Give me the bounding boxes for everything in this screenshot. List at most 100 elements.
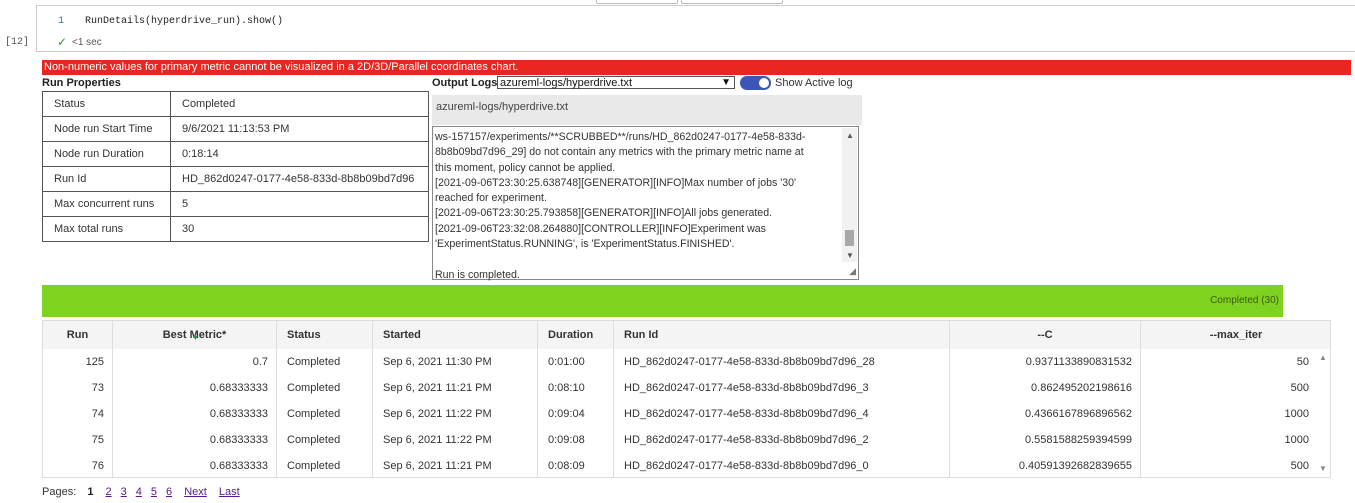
scroll-down-icon[interactable]: ▼ xyxy=(1319,464,1327,473)
table-cell: Completed xyxy=(277,375,373,401)
execution-count: [12] xyxy=(5,37,30,48)
property-key: Max concurrent runs xyxy=(42,191,171,217)
table-cell: 0.4366167896896562 xyxy=(950,401,1141,427)
property-row: Max total runs 30 xyxy=(42,216,429,242)
property-row: Max concurrent runs 5 xyxy=(42,191,429,217)
table-cell: Completed xyxy=(277,401,373,427)
log-line: [2021-09-06T23:30:25.638748][GENERATOR][… xyxy=(435,176,797,189)
page-link[interactable]: 3 xyxy=(121,486,127,498)
column-header[interactable]: Run Id xyxy=(614,321,950,349)
column-header[interactable]: Best Metric* ▼ xyxy=(113,321,277,349)
log-scrollbar[interactable]: ▲ ▼ xyxy=(842,128,857,262)
property-key: Run Id xyxy=(42,166,171,192)
table-row[interactable]: 125 0.7 Completed Sep 6, 2021 11:30 PM 0:01:… xyxy=(43,349,1330,376)
table-cell: 125 xyxy=(43,349,113,375)
page-link[interactable]: 6 xyxy=(166,486,172,498)
toolbar-button-1[interactable] xyxy=(596,0,678,4)
current-page: 1 xyxy=(87,486,94,498)
runs-progress-bar: Completed (30) xyxy=(42,285,1283,317)
line-number: 1 xyxy=(58,16,65,27)
table-cell: 0.862495202198616 xyxy=(950,375,1141,401)
column-header[interactable]: Duration xyxy=(538,321,614,349)
column-header[interactable]: Started xyxy=(373,321,538,349)
run-properties-title: Run Properties xyxy=(42,77,121,89)
code-line[interactable]: RunDetails(hyperdrive_run).show() xyxy=(85,16,283,27)
scroll-down-icon[interactable]: ▼ xyxy=(846,251,854,260)
column-header-label: Duration xyxy=(548,329,594,341)
output-logs-title: Output Logs xyxy=(432,77,498,89)
column-header[interactable]: Run xyxy=(43,321,113,349)
property-row: Node run Start Time 9/6/2021 11:13:53 PM xyxy=(42,116,429,142)
table-cell: 74 xyxy=(43,401,113,427)
table-cell: Sep 6, 2021 11:22 PM xyxy=(373,427,538,453)
table-cell: 0.7 xyxy=(113,349,277,375)
property-row: Node run Duration 0:18:14 xyxy=(42,141,429,167)
table-cell: Completed xyxy=(277,349,373,375)
log-line: this moment, policy cannot be applied. xyxy=(435,161,616,174)
table-cell: 1000 xyxy=(1141,401,1318,427)
property-row: Run Id HD_862d0247-0177-4e58-833d-8b8b09b… xyxy=(42,166,429,192)
column-header-label: Started xyxy=(383,329,421,341)
active-log-toggle[interactable] xyxy=(740,76,771,90)
table-cell: Sep 6, 2021 11:21 PM xyxy=(373,375,538,401)
column-header[interactable]: --max_iter xyxy=(1141,321,1330,349)
table-cell: 0:08:09 xyxy=(538,453,614,477)
table-cell: 0.68333333 xyxy=(113,375,277,401)
table-cell: Sep 6, 2021 11:30 PM xyxy=(373,349,538,375)
table-scrollbar[interactable]: ▲ ▼ xyxy=(1316,349,1330,477)
code-cell[interactable] xyxy=(36,5,1355,52)
log-line: 8b8b09bd7d96_29] do not contain any metr… xyxy=(435,146,804,159)
table-cell: 0.5581588259394599 xyxy=(950,427,1141,453)
sort-desc-icon: ▼ xyxy=(192,335,199,342)
table-cell: 0:09:08 xyxy=(538,427,614,453)
column-header-label: Run xyxy=(66,329,89,341)
last-page-link[interactable]: Last xyxy=(219,486,240,498)
log-line: [2021-09-06T23:30:25.793858][GENERATOR][… xyxy=(435,207,773,220)
log-textarea[interactable]: ws-157157/experiments/**SCRUBBED**/runs/… xyxy=(432,126,859,281)
table-row[interactable]: 73 0.68333333 Completed Sep 6, 2021 11:21 P… xyxy=(43,375,1330,402)
column-header[interactable]: Status xyxy=(277,321,373,349)
resize-handle-icon[interactable]: ◢ xyxy=(849,266,856,277)
run-properties-table: Status Completed Node run Start Time 9/6/20… xyxy=(42,91,429,242)
scroll-thumb[interactable] xyxy=(845,230,854,246)
log-file-select[interactable]: azureml-logs/hyperdrive.txt ▼ xyxy=(497,76,735,89)
table-row[interactable]: 75 0.68333333 Completed Sep 6, 2021 11:22 P… xyxy=(43,427,1330,454)
toolbar-button-2[interactable] xyxy=(681,0,783,4)
table-cell: HD_862d0247-0177-4e58-833d-8b8b09bd7d96_… xyxy=(614,349,950,375)
execution-time: <1 sec xyxy=(72,37,102,48)
table-cell: 500 xyxy=(1141,375,1318,401)
table-cell: Completed xyxy=(277,427,373,453)
page-link[interactable]: 5 xyxy=(151,486,157,498)
column-header-label: Status xyxy=(287,329,321,341)
pages-label: Pages: xyxy=(42,486,77,498)
page-link[interactable]: 4 xyxy=(136,486,142,498)
table-cell: 0:01:00 xyxy=(538,349,614,375)
log-line: ws-157157/experiments/**SCRUBBED**/runs/… xyxy=(435,131,806,143)
column-header-label: Run Id xyxy=(624,329,659,341)
table-row[interactable]: 74 0.68333333 Completed Sep 6, 2021 11:22 P… xyxy=(43,401,1330,428)
log-line: Run is completed. xyxy=(435,268,520,281)
check-icon: ✓ xyxy=(57,35,68,49)
property-value: 30 xyxy=(170,216,429,242)
table-cell: 0.40591392682839655 xyxy=(950,453,1141,477)
table-header: Run Best Metric* ▼ Status Started Duration Run… xyxy=(43,321,1330,350)
table-cell: 1000 xyxy=(1141,427,1318,453)
scroll-up-icon[interactable]: ▲ xyxy=(1319,353,1327,362)
property-value: Completed xyxy=(170,91,429,117)
toggle-knob xyxy=(759,78,769,88)
next-page-link[interactable]: Next xyxy=(184,486,207,498)
property-value: 9/6/2021 11:13:53 PM xyxy=(170,116,429,142)
column-header[interactable]: --C xyxy=(950,321,1141,349)
error-banner: Non-numeric values for primary metric ca… xyxy=(42,60,1351,75)
property-key: Node run Start Time xyxy=(42,116,171,142)
runs-table: Run Best Metric* ▼ Status Started Duration Run… xyxy=(42,320,1331,478)
page-link[interactable]: 2 xyxy=(106,486,112,498)
table-row[interactable]: 76 0.68333333 Completed Sep 6, 2021 11:21 P… xyxy=(43,453,1330,477)
pagination: Pages: 1 23456 Next Last xyxy=(42,486,240,498)
property-key: Node run Duration xyxy=(42,141,171,167)
property-value: 5 xyxy=(170,191,429,217)
active-log-toggle-label: Show Active log xyxy=(775,77,853,89)
log-file-header: azureml-logs/hyperdrive.txt xyxy=(432,95,862,125)
scroll-up-icon[interactable]: ▲ xyxy=(846,131,854,140)
